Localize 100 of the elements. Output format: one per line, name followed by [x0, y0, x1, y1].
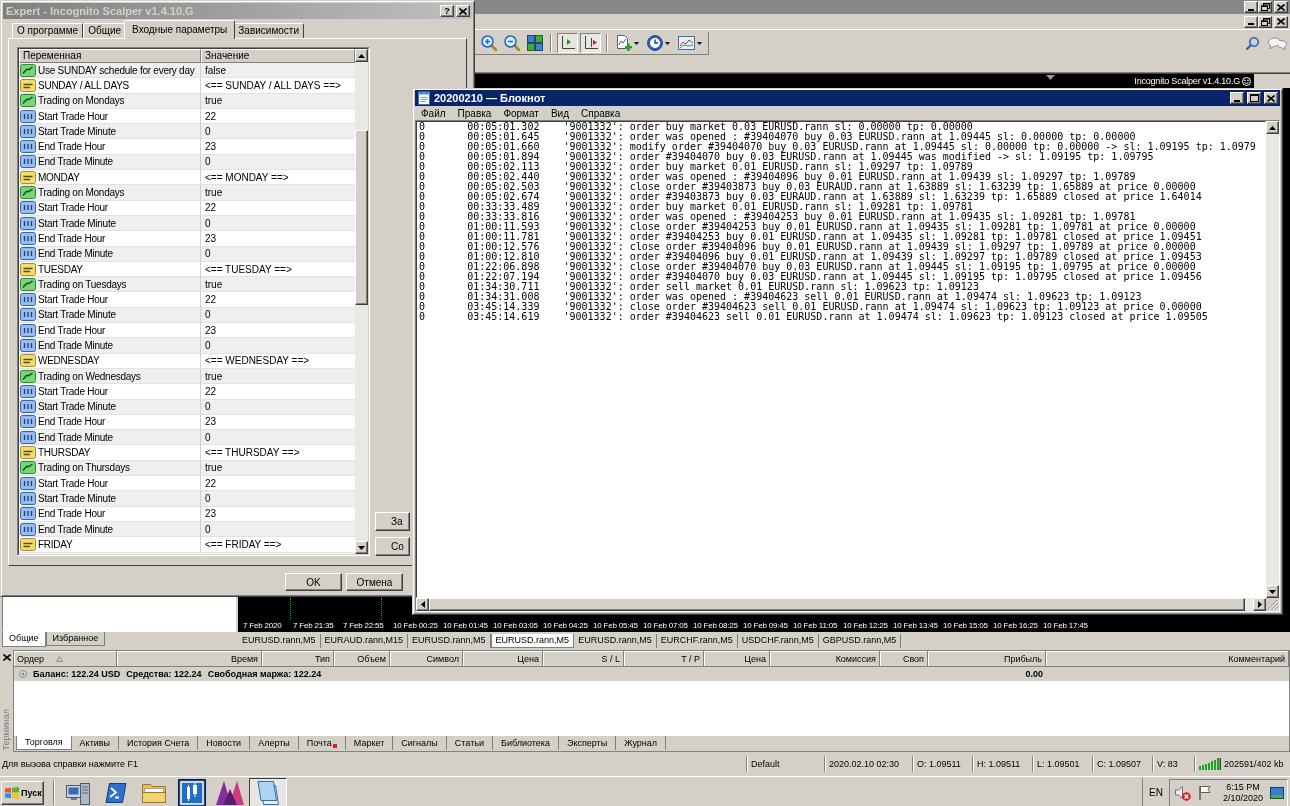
scroll-down-button[interactable] — [355, 541, 368, 554]
parameter-value[interactable]: true — [205, 278, 223, 290]
minimize-button[interactable] — [1230, 92, 1244, 104]
chart-tab[interactable]: EURAUD.rann,M15 — [320, 634, 409, 648]
parameter-value[interactable]: 0 — [205, 309, 211, 321]
parameter-value[interactable]: true — [205, 187, 223, 198]
parameter-value[interactable]: 22 — [205, 202, 217, 214]
parameter-value[interactable]: true — [205, 370, 223, 382]
minimize-button[interactable] — [1244, 1, 1258, 13]
clock-date[interactable]: 2/10/2020 — [1222, 792, 1263, 804]
size-grip-icon[interactable] — [1267, 599, 1278, 610]
maximize-button[interactable] — [1247, 92, 1261, 104]
column-header[interactable]: Тип — [262, 651, 334, 667]
flag-icon[interactable] — [1197, 785, 1212, 800]
parameter-value[interactable]: <== MONDAY ==> — [205, 171, 289, 183]
column-header[interactable]: Комиссия — [770, 651, 880, 667]
parameter-value[interactable]: 23 — [205, 508, 217, 520]
restore-button[interactable] — [1258, 15, 1272, 28]
speaker-error-icon[interactable] — [1174, 784, 1191, 801]
parameter-value[interactable]: <== SUNDAY / ALL DAYS ==> — [205, 79, 341, 91]
column-header[interactable]: Своп — [880, 651, 928, 667]
panel-tab[interactable]: Алерты — [250, 736, 299, 750]
show-desktop-icon[interactable] — [1270, 786, 1284, 799]
dialog-button[interactable]: OK — [285, 573, 342, 591]
parameter-value[interactable]: 23 — [205, 416, 217, 428]
tab[interactable]: Входные параметры — [124, 20, 236, 39]
help-button[interactable]: ? — [440, 5, 454, 17]
chart-tab[interactable]: EURCHF.rann,M5 — [656, 634, 738, 648]
dialog-button[interactable]: За — [375, 512, 410, 531]
parameter-value[interactable]: 22 — [205, 385, 217, 397]
column-header[interactable]: Прибыль — [928, 651, 1046, 667]
parameter-value[interactable]: <== WEDNESDAY ==> — [205, 355, 310, 367]
panel-tab[interactable]: Новости — [198, 736, 251, 750]
column-header[interactable]: T / P — [624, 651, 704, 667]
menu-item[interactable]: Справка — [575, 107, 627, 119]
restore-button[interactable] — [1258, 1, 1272, 13]
panel-tab[interactable]: Общие — [2, 632, 46, 647]
tab[interactable]: Общие — [83, 23, 127, 38]
menu-item[interactable]: Правка — [451, 107, 498, 119]
chart-tab[interactable]: USDCHF.rann,M5 — [737, 634, 819, 648]
panel-tab[interactable]: Почта — [298, 736, 346, 750]
dialog-button[interactable]: Отмена — [346, 573, 403, 591]
column-header[interactable]: Переменная — [19, 49, 201, 63]
scrollbar-thumb[interactable] — [355, 130, 368, 305]
parameter-value[interactable]: 0 — [205, 401, 211, 413]
panel-tab[interactable]: Сигналы — [393, 736, 447, 750]
panel-tab[interactable]: Эксперты — [558, 736, 617, 750]
close-button[interactable] — [1264, 92, 1278, 104]
scrollbar[interactable] — [1266, 121, 1279, 598]
column-header[interactable]: Объем — [334, 651, 390, 667]
parameter-value[interactable]: 0 — [205, 523, 211, 535]
parameter-value[interactable]: 0 — [205, 125, 211, 137]
column-header[interactable]: Комментарий — [1046, 651, 1289, 667]
close-button[interactable] — [1274, 1, 1288, 13]
parameter-value[interactable]: 0 — [205, 431, 211, 443]
menu-item[interactable]: Файл — [415, 107, 452, 119]
chart-tab[interactable]: EURUSD.rann,M5 — [238, 634, 321, 648]
zoom-out-button[interactable] — [501, 33, 522, 53]
column-header[interactable]: Значение — [201, 49, 355, 63]
column-header[interactable]: Время — [117, 651, 262, 667]
parameter-value[interactable]: 23 — [205, 141, 217, 153]
chart-tab[interactable]: EURUSD.rann,M5 — [490, 634, 575, 648]
chart-tab[interactable]: EURUSD.rann,M5 — [408, 634, 491, 648]
panel-tab[interactable]: Избранное — [45, 632, 106, 646]
panel-tab[interactable]: Активы — [71, 736, 120, 750]
triangle-marker-icon[interactable] — [1046, 75, 1055, 80]
parameter-value[interactable]: <== FRIDAY ==> — [205, 538, 282, 550]
tile-windows-button[interactable] — [524, 33, 545, 53]
scroll-up-button[interactable] — [1266, 121, 1279, 134]
toolbar-toggle-button[interactable] — [580, 33, 601, 53]
column-header[interactable]: Символ — [390, 651, 463, 667]
language-indicator[interactable]: EN — [1149, 787, 1163, 798]
parameter-value[interactable]: <== THURSDAY ==> — [205, 447, 300, 459]
parameter-value[interactable]: 22 — [205, 477, 217, 489]
tab[interactable]: Зависимости — [233, 23, 304, 38]
parameter-value[interactable]: false — [205, 64, 227, 76]
chat-bubbles-icon[interactable] — [1268, 37, 1287, 50]
parameter-value[interactable]: true — [205, 95, 223, 107]
parameter-value[interactable]: 0 — [205, 248, 211, 260]
close-button[interactable] — [456, 5, 470, 17]
chart-tab[interactable]: GBPUSD.rann,M5 — [818, 634, 902, 648]
column-header[interactable]: S / L — [543, 651, 624, 667]
zoom-in-button[interactable] — [478, 33, 499, 53]
scroll-left-button[interactable] — [416, 598, 429, 611]
scroll-right-button[interactable] — [1253, 598, 1266, 611]
close-icon[interactable] — [2, 654, 11, 661]
start-button[interactable]: Пуск — [1, 780, 44, 805]
panel-tab[interactable]: Статьи — [446, 736, 493, 750]
toolbar-dropdown-button[interactable] — [675, 33, 704, 53]
panel-tab[interactable]: Библиотека — [493, 736, 559, 750]
chart-tab[interactable]: EURUSD.rann,M5 — [574, 634, 657, 648]
minimize-button[interactable] — [1244, 15, 1258, 28]
search-icon[interactable] — [1246, 37, 1259, 50]
panel-tab[interactable]: Торговля — [16, 736, 72, 750]
parameter-value[interactable]: <== TUESDAY ==> — [205, 263, 292, 275]
column-header[interactable]: Цена — [463, 651, 543, 667]
scrollbar[interactable] — [355, 49, 368, 554]
column-header[interactable]: Ордер — [14, 651, 117, 667]
parameter-value[interactable]: 23 — [205, 232, 217, 244]
dialog-button[interactable]: Со — [375, 537, 410, 556]
